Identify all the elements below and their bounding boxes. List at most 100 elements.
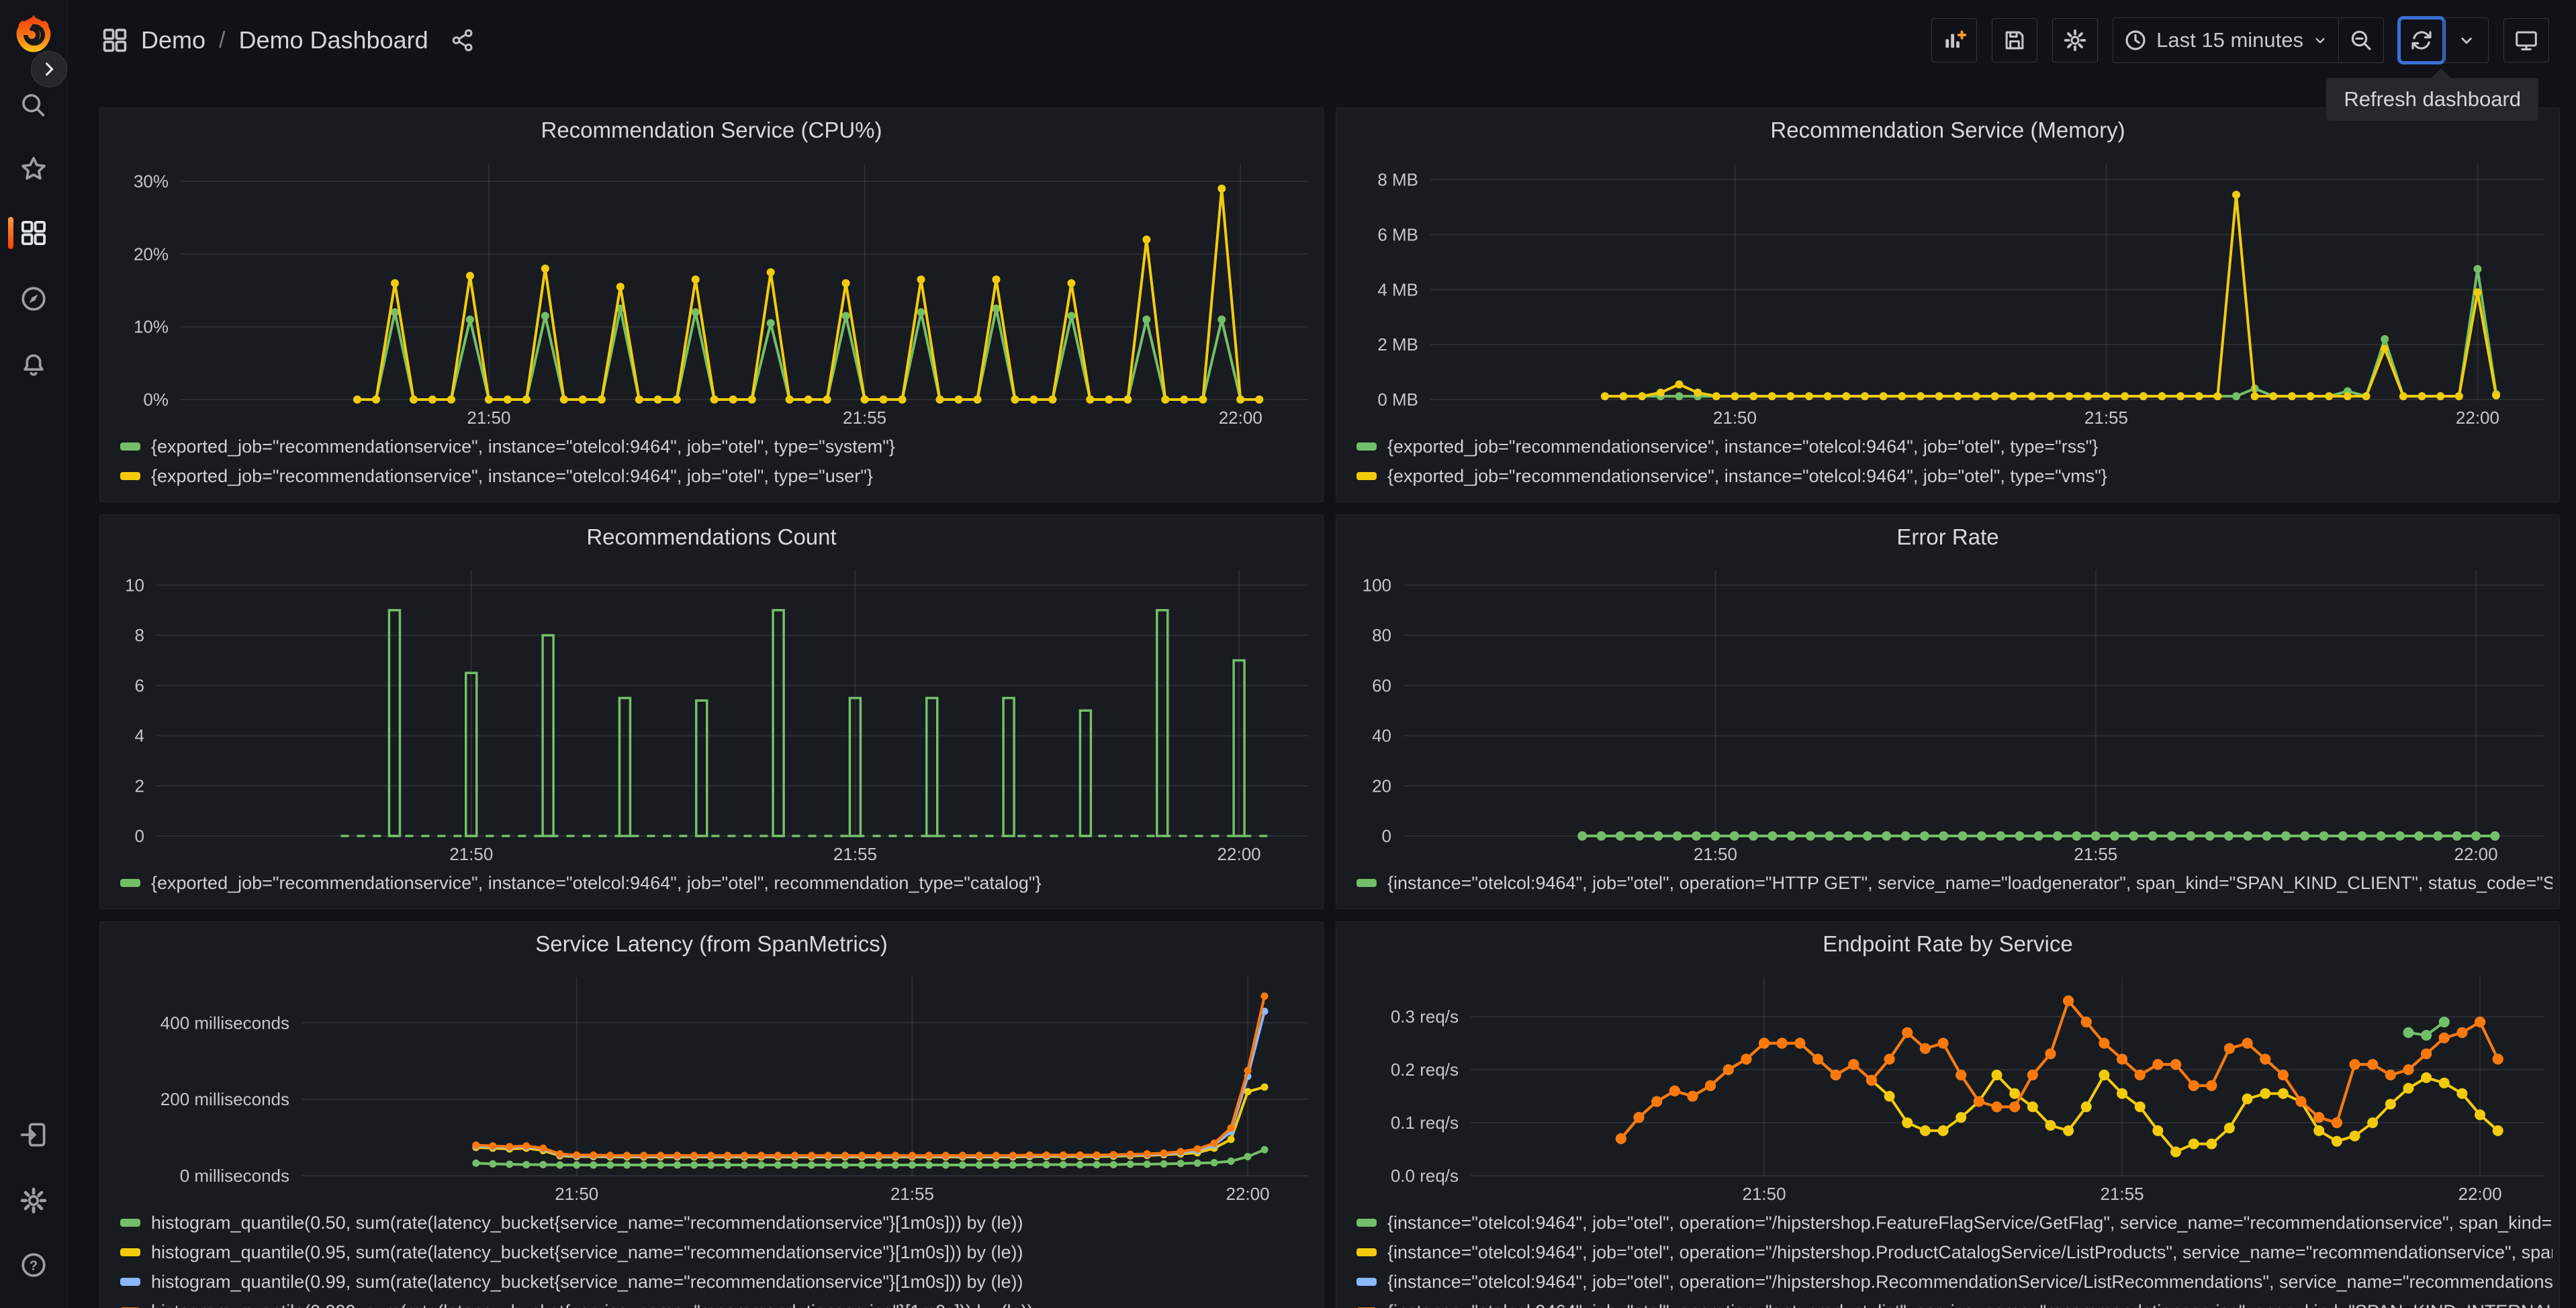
recommendations-count-chart[interactable]: 0 2 4 6 8 10 21:50 21:55 22:00 — [100, 559, 1323, 867]
panel-service-latency: Service Latency (from SpanMetrics) 0 mil… — [99, 921, 1324, 1308]
error-rate-chart[interactable]: 0 20 40 60 80 100 21:50 21:55 22:00 — [1336, 559, 2559, 867]
sidebar-item-starred[interactable] — [19, 154, 48, 184]
kiosk-mode-button[interactable] — [2503, 18, 2549, 62]
time-picker-group: Last 15 minutes — [2113, 17, 2384, 63]
breadcrumb-page-title[interactable]: Demo Dashboard — [238, 26, 428, 54]
endpoint-rate-chart[interactable]: 0.0 req/s 0.1 req/s 0.2 req/s 0.3 req/s 21:5… — [1336, 966, 2559, 1207]
legend-item[interactable]: histogram_quantile(0.50, sum(rate(latenc… — [120, 1208, 1316, 1237]
sidebar-item-alerting[interactable] — [19, 348, 48, 378]
legend-item[interactable]: {exported_job="recommendationservice", i… — [1356, 461, 2552, 491]
sidebar-item-settings[interactable] — [19, 1186, 48, 1215]
clock-icon — [2125, 30, 2146, 50]
breadcrumb: Demo / Demo Dashboard — [101, 26, 475, 54]
chevron-down-icon — [2315, 38, 2325, 44]
y-tick-label: 10% — [134, 317, 169, 337]
chevron-right-icon — [45, 62, 54, 76]
help-icon: ? — [21, 1253, 46, 1277]
dashboard-toolbar: Last 15 minutes — [1931, 16, 2549, 64]
sidebar-item-help[interactable]: ? — [19, 1250, 48, 1280]
y-tick-label: 2 MB — [1377, 334, 1418, 355]
refresh-dashboard-button[interactable] — [2397, 16, 2446, 64]
x-tick-label: 21:50 — [1713, 408, 1757, 428]
legend-item[interactable]: {instance="otelcol:9464", job="otel", op… — [1356, 1297, 2552, 1308]
sidebar-item-dashboards[interactable] — [8, 217, 48, 249]
legend-item[interactable]: histogram_quantile(0.99, sum(rate(latenc… — [120, 1267, 1316, 1297]
y-tick-label: 200 milliseconds — [160, 1089, 289, 1109]
x-tick-label: 21:50 — [555, 1184, 598, 1204]
x-tick-label: 21:55 — [843, 408, 886, 428]
legend-item[interactable]: {exported_job="recommendationservice", i… — [1356, 432, 2552, 461]
active-indicator — [8, 217, 13, 249]
breadcrumb-separator: / — [219, 27, 226, 53]
breadcrumb-section[interactable]: Demo — [141, 26, 205, 54]
top-navigation: Demo / Demo Dashboard Last 15 minutes — [67, 0, 2576, 81]
legend-label: histogram_quantile(0.50, sum(rate(latenc… — [151, 1212, 1023, 1233]
legend-label: histogram_quantile(0.999, sum(rate(laten… — [151, 1301, 1033, 1308]
legend-item[interactable]: histogram_quantile(0.95, sum(rate(latenc… — [120, 1237, 1316, 1267]
legend-item[interactable]: {instance="otelcol:9464", job="otel", op… — [1356, 868, 2552, 898]
legend-swatch — [1356, 879, 1377, 887]
endpoint-rate-legend: {instance="otelcol:9464", job="otel", op… — [1336, 1207, 2559, 1308]
memory-legend: {exported_job="recommendationservice", i… — [1336, 430, 2559, 502]
legend-swatch — [120, 879, 140, 887]
x-tick-label: 21:50 — [467, 408, 510, 428]
recommendation-service-memory-svg: 0 MB 2 MB 4 MB 6 MB 8 MB 21:50 21:55 22:00 — [1377, 163, 2544, 428]
sidebar-item-search[interactable] — [19, 91, 48, 120]
y-tick-label: 0.1 req/s — [1391, 1113, 1459, 1133]
panel-recommendation-service-memory: Recommendation Service (Memory) 0 MB 2 MB… — [1336, 107, 2560, 502]
y-tick-label: 0 MB — [1377, 389, 1418, 410]
x-tick-label: 22:00 — [2454, 844, 2498, 864]
y-tick-label: 20 — [1372, 776, 1391, 796]
add-panel-button[interactable] — [1931, 18, 1978, 62]
recommendation-service-cpu-svg: 0% 10% 20% 30% 21:50 21:55 22:00 — [134, 163, 1308, 428]
legend-label: {exported_job="recommendationservice", i… — [151, 872, 1042, 893]
y-tick-label: 0.0 req/s — [1391, 1166, 1459, 1186]
panel-title[interactable]: Service Latency (from SpanMetrics) — [100, 922, 1323, 966]
share-icon[interactable] — [450, 28, 475, 53]
y-tick-label: 6 — [135, 675, 144, 696]
x-tick-label: 21:55 — [2084, 408, 2128, 428]
legend-item[interactable]: {instance="otelcol:9464", job="otel", op… — [1356, 1267, 2552, 1297]
legend-item[interactable]: histogram_quantile(0.999, sum(rate(laten… — [120, 1297, 1316, 1308]
refresh-interval-dropdown[interactable] — [2444, 18, 2488, 62]
panel-title[interactable]: Endpoint Rate by Service — [1336, 922, 2559, 966]
memory-chart[interactable]: 0 MB 2 MB 4 MB 6 MB 8 MB 21:50 21:55 22:00 — [1336, 152, 2559, 430]
monitor-icon — [2516, 31, 2537, 50]
legend-item[interactable]: {instance="otelcol:9464", job="otel", op… — [1356, 1208, 2552, 1237]
y-tick-label: 0 — [135, 826, 144, 846]
legend-swatch — [120, 1278, 140, 1286]
chevron-down-icon — [2460, 38, 2472, 44]
legend-item[interactable]: {exported_job="recommendationservice", i… — [120, 461, 1316, 491]
endpoint-rate-by-service-svg: 0.0 req/s 0.1 req/s 0.2 req/s 0.3 req/s 21:5… — [1391, 977, 2544, 1204]
service-latency-chart[interactable]: 0 milliseconds 200 milliseconds 400 millis… — [100, 966, 1323, 1207]
sign-in-icon — [20, 1123, 46, 1147]
legend-item[interactable]: {exported_job="recommendationservice", i… — [120, 868, 1316, 898]
sidebar-item-sign-in[interactable] — [19, 1120, 48, 1150]
panel-title[interactable]: Recommendation Service (CPU%) — [100, 108, 1323, 152]
legend-label: {exported_job="recommendationservice", i… — [151, 436, 895, 457]
cpu-legend: {exported_job="recommendationservice", i… — [100, 430, 1323, 502]
legend-label: histogram_quantile(0.99, sum(rate(latenc… — [151, 1271, 1023, 1292]
refresh-group — [2397, 16, 2489, 64]
service-latency-legend: histogram_quantile(0.50, sum(rate(latenc… — [100, 1207, 1323, 1308]
y-tick-label: 4 — [135, 726, 144, 746]
y-tick-label: 0.3 req/s — [1391, 1007, 1459, 1027]
sidebar-expand-button[interactable] — [31, 51, 67, 87]
zoom-out-time-button[interactable] — [2338, 18, 2383, 62]
legend-swatch — [1356, 1278, 1377, 1286]
y-tick-label: 2 — [135, 776, 144, 796]
panel-title[interactable]: Recommendations Count — [100, 515, 1323, 559]
panel-title[interactable]: Error Rate — [1336, 515, 2559, 559]
y-tick-label: 0% — [143, 389, 169, 410]
y-tick-label: 4 MB — [1377, 279, 1418, 299]
search-icon — [22, 94, 45, 117]
x-tick-label: 22:00 — [1226, 1184, 1270, 1204]
legend-item[interactable]: {instance="otelcol:9464", job="otel", op… — [1356, 1237, 2552, 1267]
cpu-chart[interactable]: 0% 10% 20% 30% 21:50 21:55 22:00 — [100, 152, 1323, 430]
dashboard-settings-button[interactable] — [2052, 18, 2099, 62]
save-dashboard-button[interactable] — [1992, 18, 2038, 62]
legend-item[interactable]: {exported_job="recommendationservice", i… — [120, 432, 1316, 461]
sidebar-item-explore[interactable] — [19, 284, 48, 314]
legend-label: {exported_job="recommendationservice", i… — [151, 465, 873, 486]
time-range-picker[interactable]: Last 15 minutes — [2113, 18, 2338, 62]
